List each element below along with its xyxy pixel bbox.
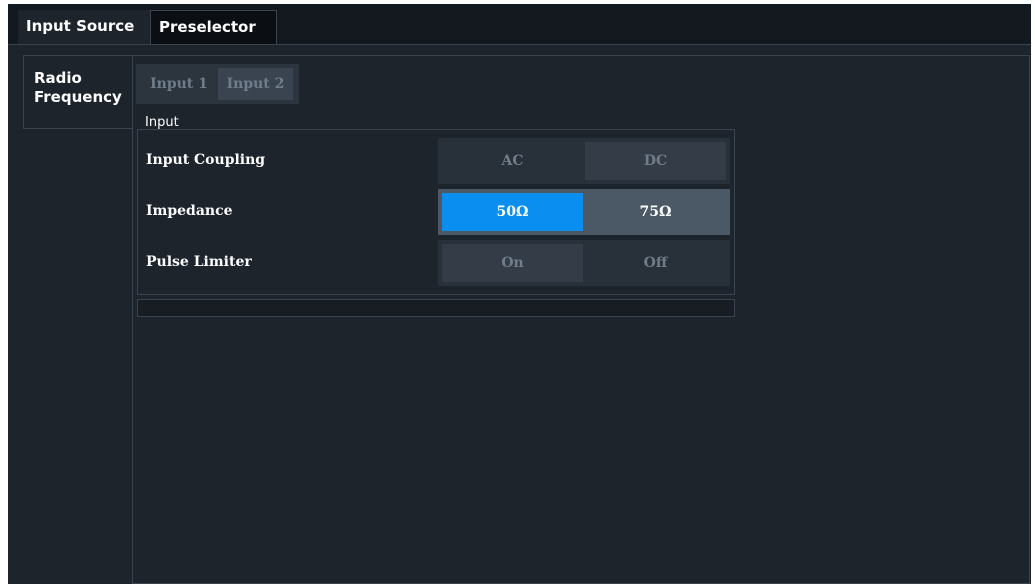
tab-preselector[interactable]: Preselector [150, 10, 277, 44]
side-tab-radio-frequency[interactable]: Radio Frequency [23, 55, 133, 129]
input-coupling-toggle[interactable]: AC DC [438, 138, 730, 184]
input-1-button[interactable]: Input 1 [142, 68, 216, 100]
tab-content: Radio Frequency Input 1 Input 2 Input In… [8, 44, 1031, 584]
impedance-50-option[interactable]: 50Ω [442, 193, 583, 231]
impedance-label: Impedance [146, 203, 233, 219]
input-dialog: Input Source Preselector Radio Frequency… [8, 4, 1031, 584]
coupling-ac-option[interactable]: AC [442, 142, 583, 180]
input-2-button[interactable]: Input 2 [218, 68, 293, 100]
input-coupling-label: Input Coupling [146, 152, 266, 168]
input-group: Input Coupling AC DC Impedance 50Ω 75Ω P… [137, 129, 735, 295]
side-tab-label-line1: Radio [34, 69, 82, 87]
tab-bar: Input Source Preselector [8, 4, 1031, 44]
pulse-limiter-toggle[interactable]: On Off [438, 240, 730, 286]
status-bar [137, 299, 735, 317]
pulse-limiter-label: Pulse Limiter [146, 254, 252, 270]
impedance-toggle[interactable]: 50Ω 75Ω [438, 189, 730, 235]
input-group-title: Input [145, 115, 179, 130]
tab-input-source[interactable]: Input Source [18, 10, 150, 44]
impedance-75-option[interactable]: 75Ω [585, 193, 726, 231]
coupling-dc-option[interactable]: DC [585, 142, 726, 180]
input-selector: Input 1 Input 2 [136, 64, 299, 104]
pulse-limiter-off-option[interactable]: Off [585, 244, 726, 282]
pulse-limiter-on-option[interactable]: On [442, 244, 583, 282]
side-tab-label-line2: Frequency [34, 88, 122, 106]
